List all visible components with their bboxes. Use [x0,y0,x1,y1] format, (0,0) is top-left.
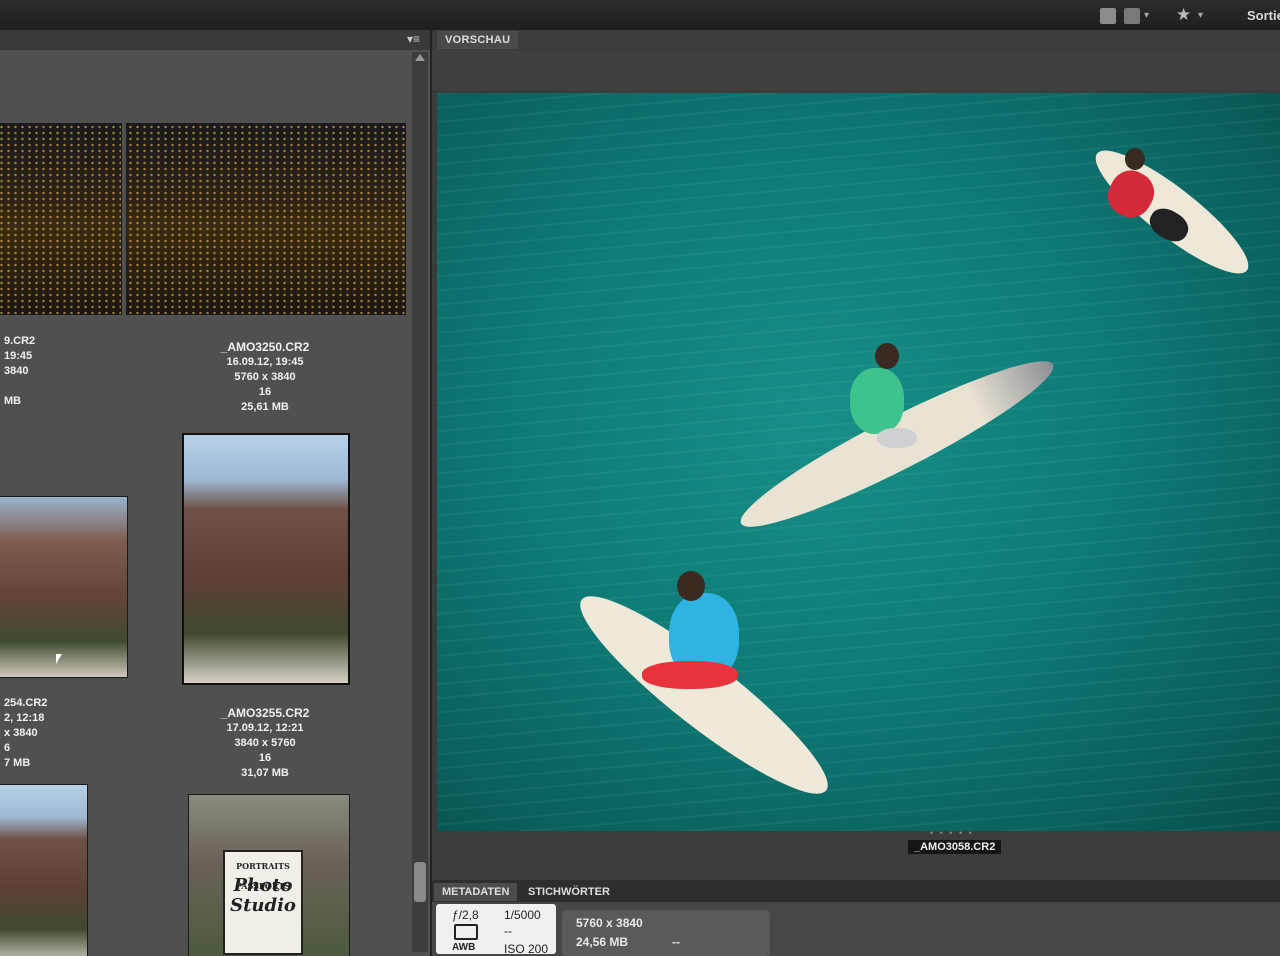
pagination-dots: • • • • • [930,828,974,838]
camera-data-box: ƒ/2,8 1/5000 -- AWB ISO 200 [436,904,556,956]
sort-label[interactable]: Sortie [1247,8,1280,23]
tab-preview[interactable]: VORSCHAU [437,31,519,49]
exposure-bias-value: -- [504,924,512,938]
shutter-value: 1/5000 [504,908,541,922]
thumbnail-night-city-1[interactable] [0,123,122,315]
tab-metadata[interactable]: METADATEN [434,883,518,901]
star-icon[interactable]: ★ [1176,5,1191,25]
surfer-shorts [877,428,917,448]
caption-filename: _AMO3250.CR2 [220,340,310,354]
thumbnail-street-building-3[interactable] [0,784,88,956]
caption-size: 3840 x 5760 [234,737,296,749]
caption-size: x 3840 [4,727,38,739]
caption-date: 19:45 [4,350,33,362]
scroll-up-icon[interactable] [415,54,425,61]
caption-filesize: 31,07 MB [241,767,289,779]
thumbnail-caption: 9.CR2 19:45 3840 MB [4,334,35,409]
thumbnail-caption: _AMO3250.CR2 16.09.12, 19:45 5760 x 3840… [185,340,345,415]
caption-size: 5760 x 3840 [234,371,296,383]
caption-bits [4,379,35,394]
caption-date: 2, 12:18 [4,712,45,724]
chevron-down-icon[interactable]: ▾ [1198,10,1203,21]
iso-value: ISO 200 [504,942,549,956]
single-view-icon[interactable] [1124,8,1140,24]
caption-filesize: 7 MB [4,757,31,769]
image-filesize: 24,56 MB [576,935,629,949]
caption-filename: _AMO3255.CR2 [220,706,310,720]
caption-filename: 254.CR2 [4,697,48,709]
caption-bits: 16 [258,386,272,398]
content-browser-panel: ▾≡ 9.CR2 19:45 3840 MB _AMO3250.CR2 16.0… [0,30,432,956]
surfer-head [875,343,899,369]
scrollbar-thumb[interactable] [414,862,426,902]
thumbnail-street-building-2[interactable] [182,433,350,685]
grid-view-icon[interactable] [1100,8,1116,24]
caption-filesize: 25,61 MB [241,401,289,413]
thumbnail-caption: _AMO3255.CR2 17.09.12, 12:21 3840 x 5760… [185,706,345,781]
panel-menu-icon[interactable]: ▾≡ [407,32,420,46]
surfer-head [1125,148,1145,170]
caption-filesize: MB [4,395,22,407]
chevron-down-icon[interactable]: ▾ [1144,10,1149,21]
vertical-scrollbar[interactable] [412,52,428,952]
caption-date: 17.09.12, 12:21 [226,722,304,734]
caption-bits: 6 [4,742,11,754]
surfer-red-shorts [642,661,738,689]
caption-date: 16.09.12, 19:45 [226,356,304,368]
thumbnail-photo-studio[interactable]: PORTRAITS PASSPORTS Photo Studio [188,794,350,956]
preview-filename: _AMO3058.CR2 [908,840,1002,854]
preview-header [432,50,1280,90]
top-toolbar: ▾ ★ ▾ Sortie [0,0,1280,31]
caption-filename: 9.CR2 [4,335,36,347]
tab-keywords[interactable]: STICHWÖRTER [520,883,618,901]
preview-panel: VORSCHAU • • • • • _AMO3058.CR2 METADATE… [432,30,1280,956]
aperture-value: ƒ/2,8 [452,908,479,922]
caption-bits: 16 [258,752,272,764]
mouse-cursor-icon [56,654,62,664]
metadata-panel: ƒ/2,8 1/5000 -- AWB ISO 200 5760 x 3840 … [432,902,1280,956]
surfer-head [677,571,705,601]
thumbnail-street-building-1[interactable] [0,496,128,678]
camera-icon [454,924,478,940]
preview-image[interactable] [437,93,1280,831]
thumbnail-caption: 254.CR2 2, 12:18 x 3840 6 7 MB [4,696,47,771]
file-data-box: 5760 x 3840 24,56 MB -- [562,910,770,956]
panel-tabs: METADATEN STICHWÖRTER [432,880,1280,902]
color-profile-value: -- [672,935,680,949]
thumbnail-night-city-2[interactable] [126,123,406,315]
caption-size: 3840 [4,365,29,377]
surfer-green-shirt [850,368,904,434]
sign-top-text: PORTRAITS PASSPORTS [235,861,291,891]
white-balance-icon: AWB [452,942,476,953]
browser-header: ▾≡ [0,30,430,50]
studio-sign: PORTRAITS PASSPORTS Photo Studio [223,850,303,955]
image-dimensions: 5760 x 3840 [576,916,643,930]
